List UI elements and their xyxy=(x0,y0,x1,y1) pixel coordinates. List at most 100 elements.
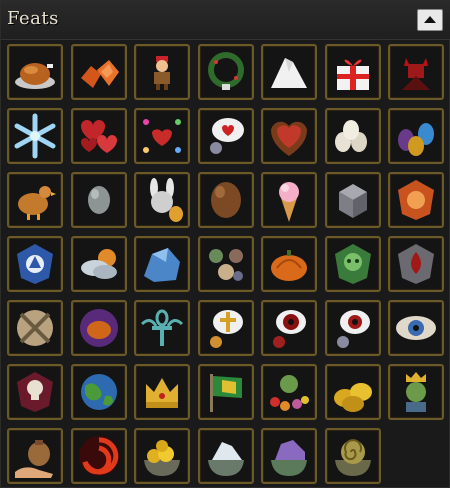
feat-tile[interactable] xyxy=(198,364,254,420)
feat-tile[interactable] xyxy=(134,108,190,164)
red-vortex-icon xyxy=(79,436,119,476)
feat-tile[interactable] xyxy=(261,236,317,292)
feat-tile[interactable] xyxy=(388,300,444,356)
hearts-cluster-icon xyxy=(81,120,117,153)
feat-tile[interactable] xyxy=(388,364,444,420)
snowflake-icon xyxy=(14,113,56,159)
earth-globe-icon xyxy=(81,374,117,410)
feat-tile[interactable] xyxy=(325,236,381,292)
feat-tile[interactable] xyxy=(134,44,190,100)
feat-tile[interactable] xyxy=(325,428,381,484)
crossed-swords-shield-icon xyxy=(17,310,53,346)
easter-eggs-icon xyxy=(398,123,434,156)
silver-pile-bowl-icon xyxy=(208,442,244,476)
feat-tile[interactable] xyxy=(71,236,127,292)
feat-tile[interactable] xyxy=(325,108,381,164)
feat-tile[interactable] xyxy=(134,236,190,292)
chocolate-egg-icon xyxy=(211,182,241,218)
feat-tile[interactable] xyxy=(198,108,254,164)
money-bag-hand-icon xyxy=(15,440,53,478)
pumpkin-pile-icon xyxy=(271,250,307,281)
snow-pile-icon xyxy=(271,58,307,88)
eye-thought-bubble-icon xyxy=(337,310,370,348)
gold-crown-icon xyxy=(146,378,178,408)
gift-box-icon xyxy=(337,59,369,90)
feat-tile[interactable] xyxy=(261,172,317,228)
gold-spiral-bowl-icon xyxy=(335,439,371,476)
feat-tile[interactable] xyxy=(7,300,63,356)
gold-coins-icon xyxy=(334,383,372,412)
valentine-sticker-sheet-icon xyxy=(143,119,181,153)
feat-tile[interactable] xyxy=(7,236,63,292)
ice-cream-cone-icon xyxy=(279,182,299,222)
collapse-button[interactable] xyxy=(417,9,443,31)
goblin-bouquet-icon xyxy=(270,375,309,411)
green-flag-icon xyxy=(210,374,242,412)
cloud-sun-icon xyxy=(81,249,117,279)
goblin-king-icon xyxy=(406,372,426,412)
eggs-pile-icon xyxy=(335,120,367,152)
feat-tile[interactable] xyxy=(261,300,317,356)
feat-tile[interactable] xyxy=(198,172,254,228)
heart-speech-bubble-icon xyxy=(210,118,244,154)
feat-tile[interactable] xyxy=(261,428,317,484)
feats-panel: Feats xyxy=(0,0,450,488)
feat-tile[interactable] xyxy=(134,364,190,420)
gold-pile-bowl-icon xyxy=(144,440,180,476)
stone-cube-icon xyxy=(339,184,367,218)
feat-tile[interactable] xyxy=(325,44,381,100)
orange-gems-icon xyxy=(81,60,119,88)
feat-tile[interactable] xyxy=(261,108,317,164)
feat-tile[interactable] xyxy=(7,44,63,100)
feat-tile[interactable] xyxy=(71,300,127,356)
feat-tile[interactable] xyxy=(325,300,381,356)
panel-title: Feats xyxy=(7,8,59,29)
monster-portraits-icon xyxy=(209,249,243,281)
roast-chicken-icon xyxy=(15,63,55,89)
feat-tile[interactable] xyxy=(7,172,63,228)
feat-tile[interactable] xyxy=(7,364,63,420)
feat-tile[interactable] xyxy=(388,236,444,292)
holy-cross-bubble-icon xyxy=(210,310,243,348)
winged-eye-emblem-icon xyxy=(396,316,436,340)
feat-tile[interactable] xyxy=(388,108,444,164)
feat-tile[interactable] xyxy=(388,172,444,228)
caret-up-icon xyxy=(424,16,436,23)
elf-figurine-icon xyxy=(154,56,170,90)
feat-tile[interactable] xyxy=(134,172,190,228)
bunny-costume-icon xyxy=(150,178,183,222)
winged-ankh-icon xyxy=(140,309,184,346)
panel-header: Feats xyxy=(1,1,450,40)
feat-tile[interactable] xyxy=(198,300,254,356)
feat-tile[interactable] xyxy=(198,44,254,100)
blue-crystal-rock-icon xyxy=(144,248,180,282)
blue-shield-emblem-icon xyxy=(17,244,53,284)
feat-tile[interactable] xyxy=(71,44,127,100)
feat-tile[interactable] xyxy=(7,108,63,164)
purple-pile-bowl-icon xyxy=(271,440,307,476)
feat-tile[interactable] xyxy=(71,172,127,228)
green-skull-emblem-icon xyxy=(335,244,371,284)
feat-tile[interactable] xyxy=(325,364,381,420)
feat-tile[interactable] xyxy=(71,364,127,420)
feat-tile[interactable] xyxy=(71,428,127,484)
feat-tile[interactable] xyxy=(261,364,317,420)
purple-pumpkin-icon xyxy=(80,309,118,347)
feat-tile[interactable] xyxy=(198,428,254,484)
holiday-wreath-icon xyxy=(208,52,244,90)
feat-tile[interactable] xyxy=(134,428,190,484)
gray-egg-icon xyxy=(88,186,110,214)
chocolate-heart-box-icon xyxy=(271,121,307,156)
red-blood-emblem-icon xyxy=(398,244,434,284)
feat-tile[interactable] xyxy=(325,172,381,228)
feat-tile[interactable] xyxy=(7,428,63,484)
feat-tile[interactable] xyxy=(71,108,127,164)
feat-tile[interactable] xyxy=(261,44,317,100)
skull-emblem-icon xyxy=(17,372,53,412)
red-eye-bubble-icon xyxy=(273,310,306,348)
hen-icon xyxy=(18,186,56,220)
feat-tile[interactable] xyxy=(388,44,444,100)
feat-tile[interactable] xyxy=(198,236,254,292)
red-devil-icon xyxy=(402,58,430,90)
feat-tile[interactable] xyxy=(134,300,190,356)
